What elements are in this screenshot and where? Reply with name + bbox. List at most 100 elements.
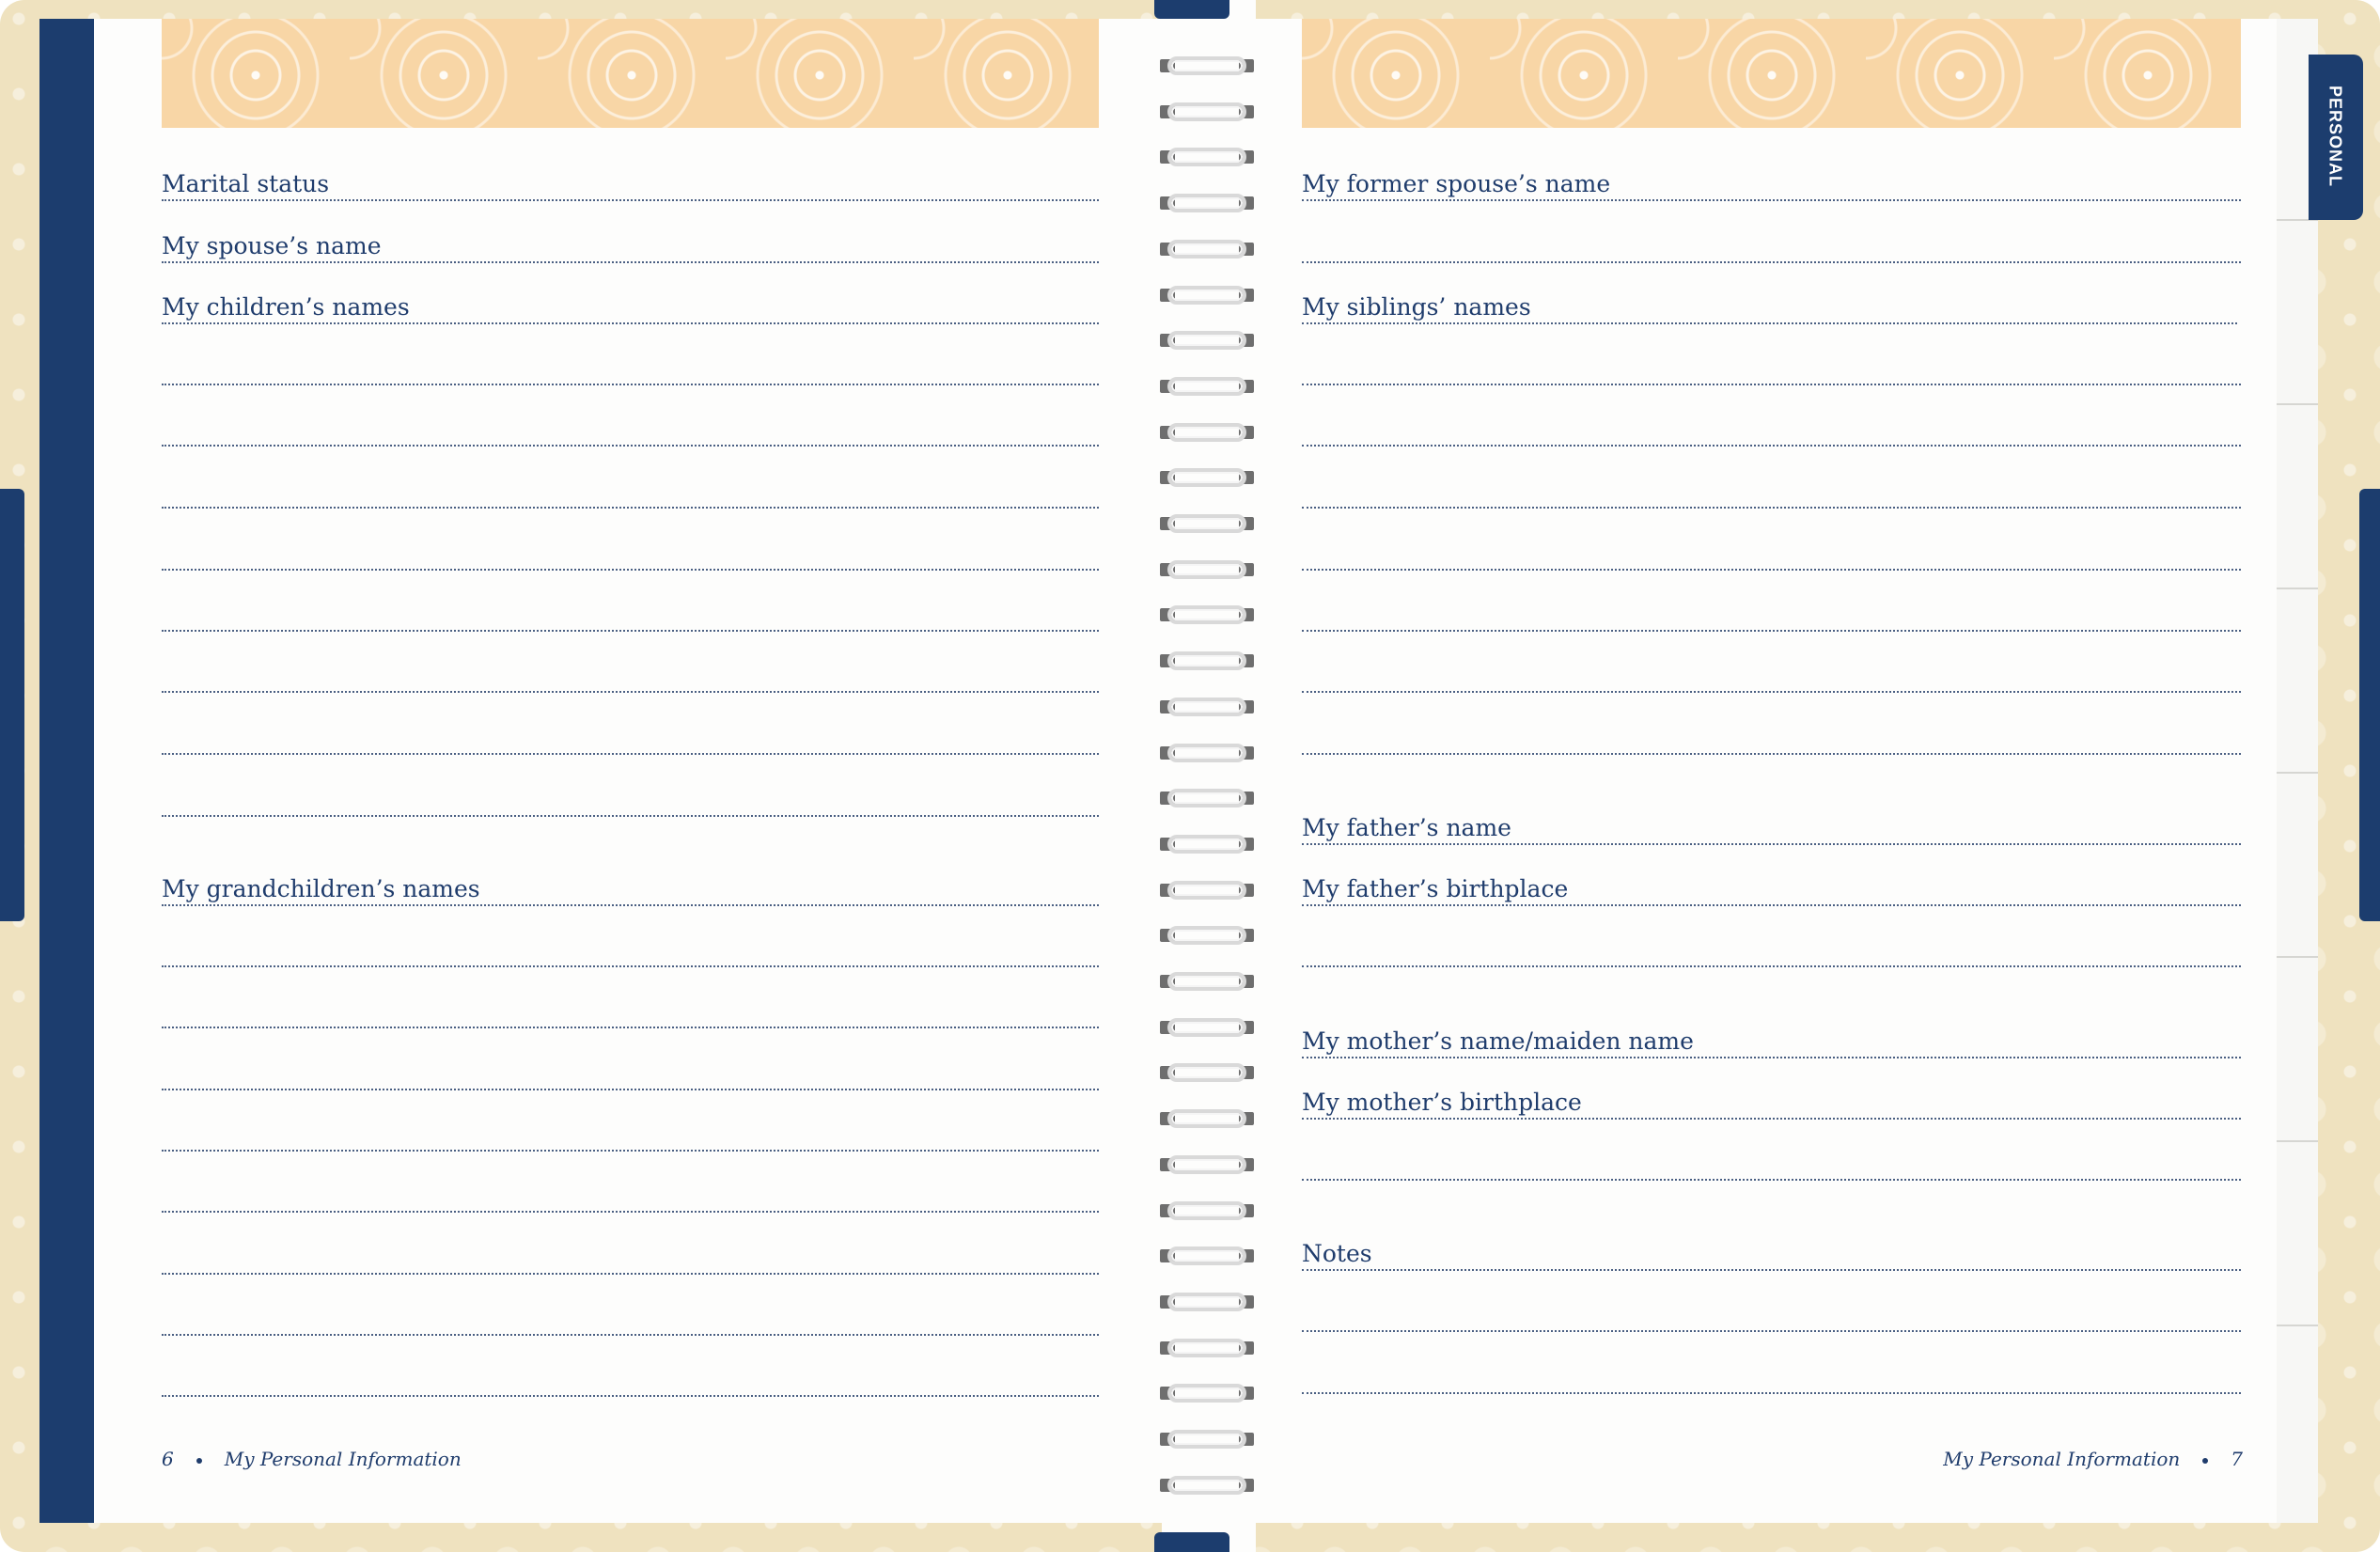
binding-strip-top	[1154, 0, 1229, 19]
write-line[interactable]	[1302, 1392, 2241, 1394]
write-line[interactable]	[1302, 691, 2241, 693]
elastic-strap-right	[2359, 489, 2380, 921]
field-label-former-spouse-name: My former spouse’s name	[1302, 170, 1611, 197]
write-line[interactable]	[162, 569, 1099, 571]
write-line[interactable]	[1302, 384, 2241, 385]
write-line[interactable]	[1302, 569, 2241, 571]
write-line[interactable]	[162, 630, 1099, 632]
right-page	[1222, 19, 2277, 1523]
write-line[interactable]	[162, 1027, 1099, 1028]
field-label-siblings-names: My siblings’ names	[1302, 293, 1531, 321]
spiral-coil	[1160, 1338, 1254, 1359]
write-line[interactable]	[162, 507, 1099, 509]
write-line[interactable]	[1302, 1269, 2241, 1271]
spiral-coil	[1160, 880, 1254, 901]
binding-gap	[1162, 0, 1256, 1552]
write-line[interactable]	[162, 1273, 1099, 1275]
spiral-coil	[1160, 468, 1254, 489]
write-line[interactable]	[162, 1395, 1099, 1397]
write-line[interactable]	[1302, 965, 2241, 967]
footer-title: My Personal Information	[224, 1448, 462, 1470]
write-line[interactable]	[1302, 753, 2241, 755]
field-label-grandchildren-names: My grandchildren’s names	[162, 875, 480, 902]
write-line[interactable]	[162, 815, 1099, 817]
field-label-spouse-name: My spouse’s name	[162, 232, 382, 259]
spiral-coil	[1160, 1063, 1254, 1084]
spiral-coil	[1160, 331, 1254, 352]
spiral-coil	[1160, 972, 1254, 993]
spiral-coil	[1160, 239, 1254, 260]
write-line[interactable]	[1302, 1330, 2241, 1332]
decorative-banner-left	[162, 19, 1099, 128]
write-line[interactable]	[1302, 630, 2241, 632]
write-line[interactable]	[1302, 507, 2241, 509]
write-line[interactable]	[1302, 843, 2241, 845]
spiral-coil	[1160, 376, 1254, 398]
spiral-coil	[1160, 789, 1254, 809]
spiral-coil	[1160, 651, 1254, 672]
spiral-coil	[1160, 422, 1254, 444]
tab-personal-label: PERSONAL	[2325, 85, 2345, 187]
footer-title: My Personal Information	[1943, 1448, 2181, 1470]
field-label-marital-status: Marital status	[162, 170, 330, 197]
write-line[interactable]	[162, 445, 1099, 447]
write-line[interactable]	[1302, 322, 2237, 324]
write-line[interactable]	[162, 322, 1099, 324]
spiral-coil	[1160, 514, 1254, 535]
write-line[interactable]	[162, 1211, 1099, 1213]
binding-strip-bottom	[1154, 1532, 1229, 1552]
write-line[interactable]	[162, 965, 1099, 967]
spiral-coil	[1160, 743, 1254, 764]
section-tabs	[2277, 19, 2318, 1523]
spiral-coil	[1160, 1475, 1254, 1497]
spiral-coil	[1160, 559, 1254, 581]
field-label-children-names: My children’s names	[162, 293, 410, 321]
bullet-icon	[2202, 1457, 2209, 1464]
write-line[interactable]	[1302, 261, 2241, 263]
write-line[interactable]	[162, 904, 1099, 906]
write-line[interactable]	[162, 384, 1099, 385]
spiral-coil	[1160, 1017, 1254, 1039]
spiral-coil	[1160, 1430, 1254, 1450]
write-line[interactable]	[162, 261, 1099, 263]
elastic-strap-left	[0, 489, 24, 921]
spiral-coil	[1160, 1154, 1254, 1176]
field-label-notes: Notes	[1302, 1240, 1372, 1267]
write-line[interactable]	[1302, 1118, 2241, 1120]
write-line[interactable]	[162, 1150, 1099, 1152]
write-line[interactable]	[162, 691, 1099, 693]
write-line[interactable]	[162, 753, 1099, 755]
bullet-icon	[196, 1457, 202, 1464]
write-line[interactable]	[1302, 1179, 2241, 1181]
write-line[interactable]	[1302, 904, 2241, 906]
spiral-coil	[1160, 102, 1254, 123]
write-line[interactable]	[162, 1089, 1099, 1090]
page-number: 7	[2231, 1448, 2243, 1470]
spiral-coil	[1160, 1200, 1254, 1222]
spiral-coil	[1160, 285, 1254, 306]
field-label-father-birthplace: My father’s birthplace	[1302, 875, 1569, 902]
write-line[interactable]	[1302, 1057, 2241, 1058]
spiral-coil	[1160, 1109, 1254, 1130]
spiral-coil	[1160, 697, 1254, 718]
spiral-coil	[1160, 1292, 1254, 1313]
write-line[interactable]	[162, 1334, 1099, 1336]
spiral-coil	[1160, 605, 1254, 626]
footer-left: 6 My Personal Information	[162, 1448, 462, 1470]
spiral-coil	[1160, 834, 1254, 855]
field-label-father-name: My father’s name	[1302, 814, 1511, 841]
write-line[interactable]	[1302, 445, 2241, 447]
footer-right: My Personal Information 7	[1943, 1448, 2243, 1470]
spiral-coil	[1160, 1246, 1254, 1267]
write-line[interactable]	[1302, 199, 2241, 201]
spiral-coil	[1160, 1384, 1254, 1404]
field-label-mother-name: My mother’s name/maiden name	[1302, 1027, 1694, 1055]
spiral-coil	[1160, 56, 1254, 77]
cover-spine-left	[39, 19, 96, 1523]
spiral-coil	[1160, 926, 1254, 947]
field-label-mother-birthplace: My mother’s birthplace	[1302, 1089, 1582, 1116]
spiral-coil	[1160, 148, 1254, 168]
write-line[interactable]	[162, 199, 1099, 201]
page-number: 6	[162, 1448, 174, 1470]
decorative-banner-right	[1302, 19, 2241, 128]
